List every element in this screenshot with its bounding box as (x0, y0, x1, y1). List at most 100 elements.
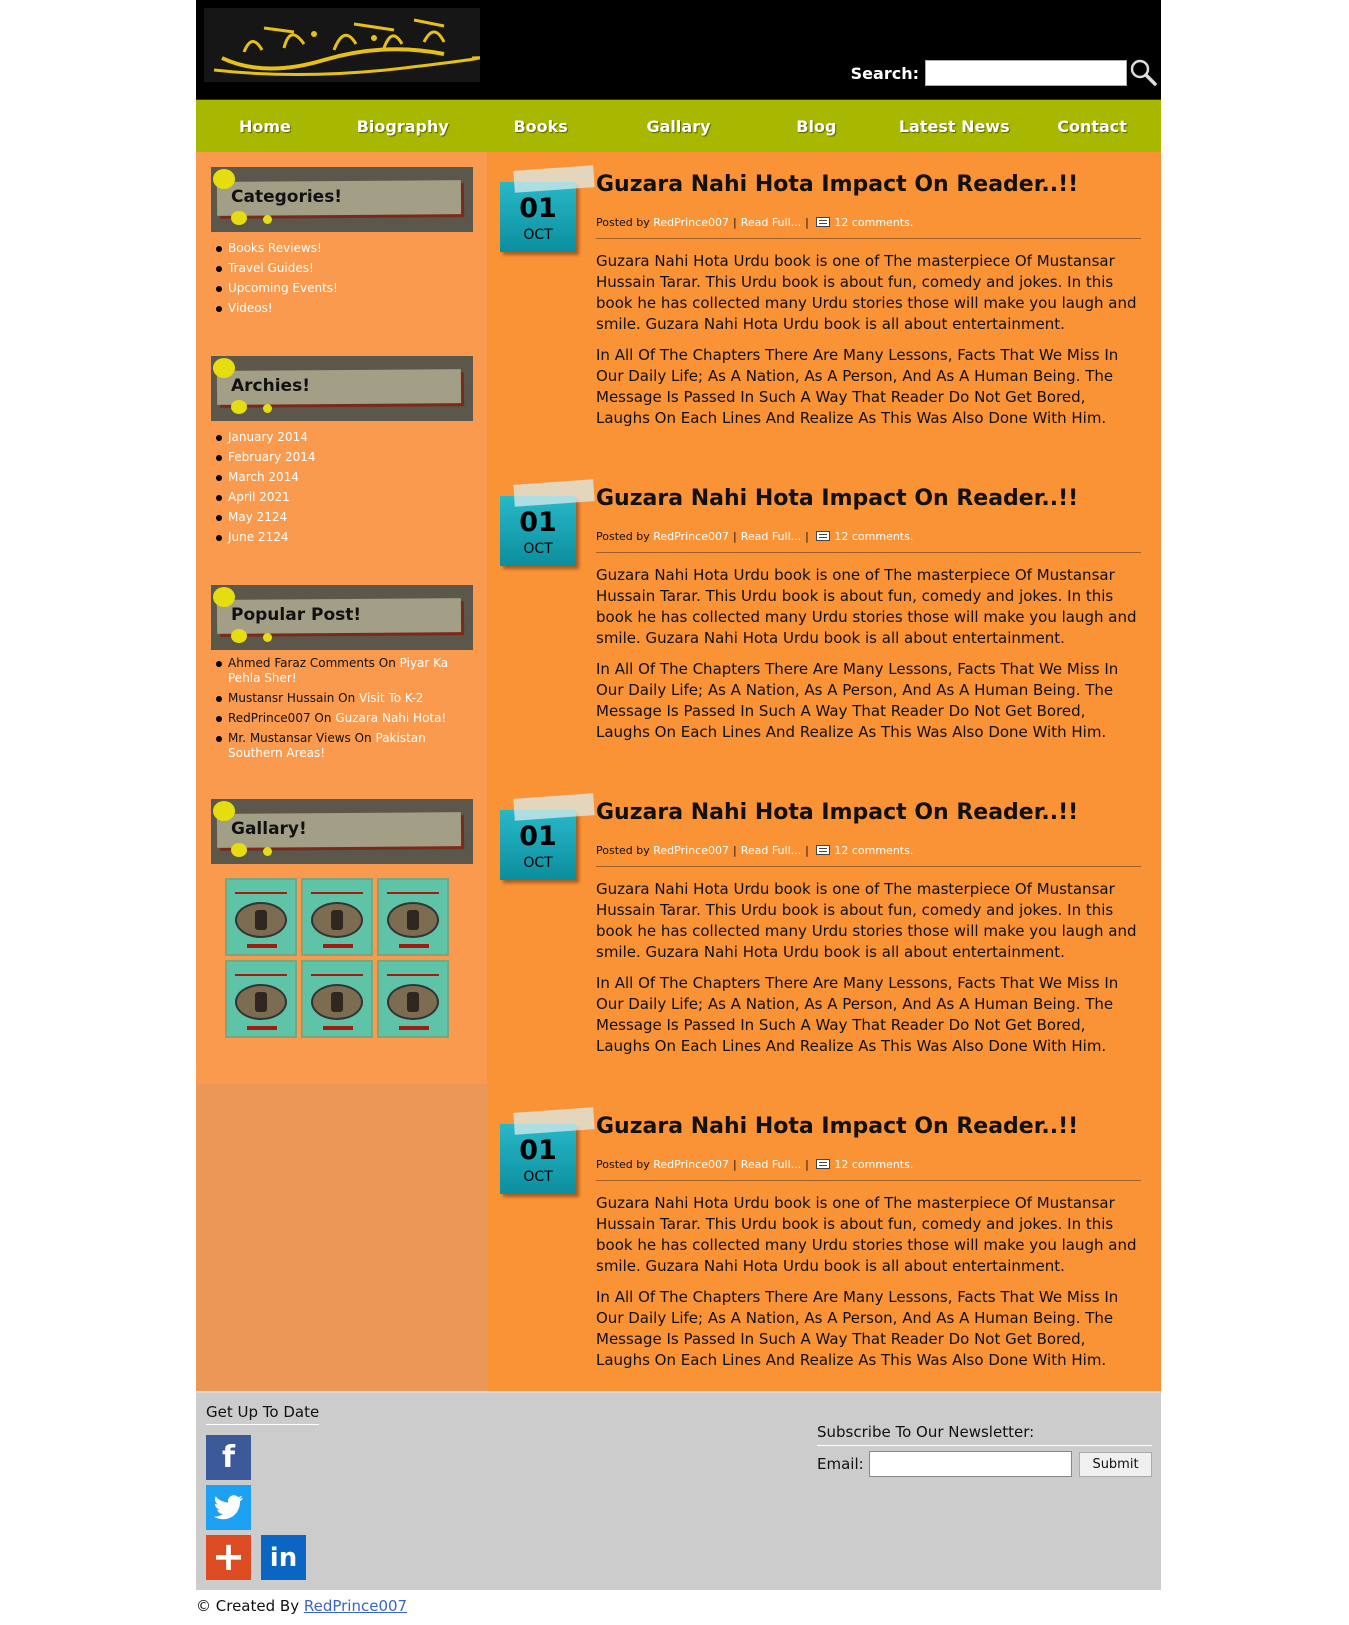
nav-item-books[interactable]: Books (472, 117, 610, 136)
nav-item-gallary[interactable]: Gallary (610, 117, 748, 136)
comments-link[interactable]: 12 comments. (834, 530, 913, 543)
credit-line: © Created By RedPrince007 (196, 1597, 408, 1615)
credit-link[interactable]: RedPrince007 (304, 1597, 407, 1615)
nav-item-blog[interactable]: Blog (747, 117, 885, 136)
nav-item-latest-news[interactable]: Latest News (885, 117, 1023, 136)
post-month: OCT (523, 1169, 553, 1185)
comments-link[interactable]: 12 comments. (834, 844, 913, 857)
popular-post-link[interactable]: Visit To K-2 (359, 691, 423, 705)
main-nav: Home Biography Books Gallary Blog Latest… (196, 100, 1161, 152)
newsletter-label: Subscribe To Our Newsletter: (817, 1423, 1152, 1446)
gallery-thumbnail[interactable] (377, 960, 449, 1038)
footer-title: Get Up To Date (206, 1403, 320, 1425)
archive-item[interactable]: March 2014 (213, 467, 473, 487)
date-badge: 01 OCT (500, 793, 595, 880)
email-label: Email: (817, 1455, 864, 1473)
read-more-link[interactable]: Read Full... (741, 844, 801, 857)
widget-title: Gallary! (231, 819, 307, 839)
post-title[interactable]: Guzara Nahi Hota Impact On Reader..!! (596, 1114, 1141, 1139)
widget-title: Categories! (231, 187, 343, 207)
nav-item-home[interactable]: Home (196, 117, 334, 136)
post-body: Guzara Nahi Hota Urdu book is one of The… (596, 566, 1137, 741)
date-badge: 01 OCT (500, 479, 595, 566)
post-meta: Posted by RedPrince007 | Read Full... | 12 … (596, 1158, 1141, 1181)
date-badge: 01 OCT (500, 165, 595, 252)
submit-button[interactable]: Submit (1079, 1452, 1152, 1477)
plus-icon[interactable]: + (206, 1535, 251, 1580)
category-item[interactable]: Travel Guides! (213, 258, 473, 278)
categories-widget: Categories! Books Reviews! Travel Guides… (211, 167, 473, 318)
widget-header: Categories! (211, 167, 473, 232)
post-body: Guzara Nahi Hota Urdu book is one of The… (596, 1194, 1137, 1369)
gallery-thumbnail[interactable] (225, 878, 297, 956)
nav-item-biography[interactable]: Biography (334, 117, 472, 136)
post-meta: Posted by RedPrince007 | Read Full... | 12 … (596, 216, 1141, 239)
post-day: 01 (519, 193, 557, 224)
post-day: 01 (519, 1135, 557, 1166)
widget-title: Popular Post! (231, 605, 362, 625)
archive-item[interactable]: June 2124 (213, 527, 473, 547)
post-day: 01 (519, 821, 557, 852)
read-more-link[interactable]: Read Full... (741, 1158, 801, 1171)
site-logo[interactable] (204, 8, 480, 82)
gallery-widget: Gallary! (211, 799, 473, 1038)
category-item[interactable]: Videos! (213, 298, 473, 318)
gallery-thumbnail[interactable] (225, 960, 297, 1038)
read-more-link[interactable]: Read Full... (741, 216, 801, 229)
site-header: Search: (196, 0, 1161, 100)
post-month: OCT (523, 855, 553, 871)
post-title[interactable]: Guzara Nahi Hota Impact On Reader..!! (596, 172, 1141, 197)
author-link[interactable]: RedPrince007 (653, 844, 729, 857)
popular-item: RedPrince007 On Guzara Nahi Hota! (213, 711, 473, 726)
popular-item: Ahmed Faraz Comments On Piyar Ka Pehla S… (213, 656, 473, 686)
post-day: 01 (519, 507, 557, 538)
comment-icon (816, 217, 831, 227)
gallery-thumbnail[interactable] (377, 878, 449, 956)
nav-item-contact[interactable]: Contact (1023, 117, 1161, 136)
twitter-icon[interactable] (206, 1485, 251, 1530)
post-title[interactable]: Guzara Nahi Hota Impact On Reader..!! (596, 486, 1141, 511)
comment-icon (816, 531, 831, 541)
author-link[interactable]: RedPrince007 (653, 530, 729, 543)
post-body: Guzara Nahi Hota Urdu book is one of The… (596, 880, 1137, 1055)
category-item[interactable]: Books Reviews! (213, 238, 473, 258)
post-month: OCT (523, 541, 553, 557)
author-link[interactable]: RedPrince007 (653, 216, 729, 229)
post-body: Guzara Nahi Hota Urdu book is one of The… (596, 252, 1137, 427)
popular-item: Mr. Mustansar Views On Pakistan Southern… (213, 731, 473, 761)
search-label: Search: (850, 64, 919, 83)
archive-item[interactable]: February 2014 (213, 447, 473, 467)
linkedin-icon[interactable]: in (261, 1535, 306, 1580)
post-meta: Posted by RedPrince007 | Read Full... | 12 … (596, 844, 1141, 867)
archive-item[interactable]: April 2021 (213, 487, 473, 507)
archives-widget: Archies! January 2014 February 2014 Marc… (211, 356, 473, 547)
comment-icon (816, 1159, 831, 1169)
gallery-thumbnail[interactable] (301, 960, 373, 1038)
category-item[interactable]: Upcoming Events! (213, 278, 473, 298)
popular-posts-widget: Popular Post! Ahmed Faraz Comments On Pi… (211, 585, 473, 761)
archive-item[interactable]: May 2124 (213, 507, 473, 527)
post-title[interactable]: Guzara Nahi Hota Impact On Reader..!! (596, 800, 1141, 825)
email-field[interactable] (869, 1451, 1072, 1477)
post-meta: Posted by RedPrince007 | Read Full... | 12 … (596, 530, 1141, 553)
search-input[interactable] (925, 60, 1127, 86)
gallery-grid (211, 878, 473, 1038)
blog-post: 01 OCT Guzara Nahi Hota Impact On Reader… (487, 1107, 1161, 1423)
comments-link[interactable]: 12 comments. (834, 1158, 913, 1171)
comment-icon (816, 845, 831, 855)
search-icon[interactable] (1129, 58, 1157, 86)
archive-item[interactable]: January 2014 (213, 427, 473, 447)
comments-link[interactable]: 12 comments. (834, 216, 913, 229)
blog-post: 01 OCT Guzara Nahi Hota Impact On Reader… (487, 479, 1161, 795)
site-footer: Get Up To Date f + in Subscribe To Our N… (196, 1391, 1161, 1590)
widget-title: Archies! (231, 376, 310, 396)
gallery-thumbnail[interactable] (301, 878, 373, 956)
popular-post-link[interactable]: Guzara Nahi Hota! (335, 711, 446, 725)
author-link[interactable]: RedPrince007 (653, 1158, 729, 1171)
blog-post: 01 OCT Guzara Nahi Hota Impact On Reader… (487, 165, 1161, 481)
widget-header: Gallary! (211, 799, 473, 864)
read-more-link[interactable]: Read Full... (741, 530, 801, 543)
facebook-icon[interactable]: f (206, 1435, 251, 1480)
date-badge: 01 OCT (500, 1107, 595, 1194)
widget-header: Popular Post! (211, 585, 473, 650)
